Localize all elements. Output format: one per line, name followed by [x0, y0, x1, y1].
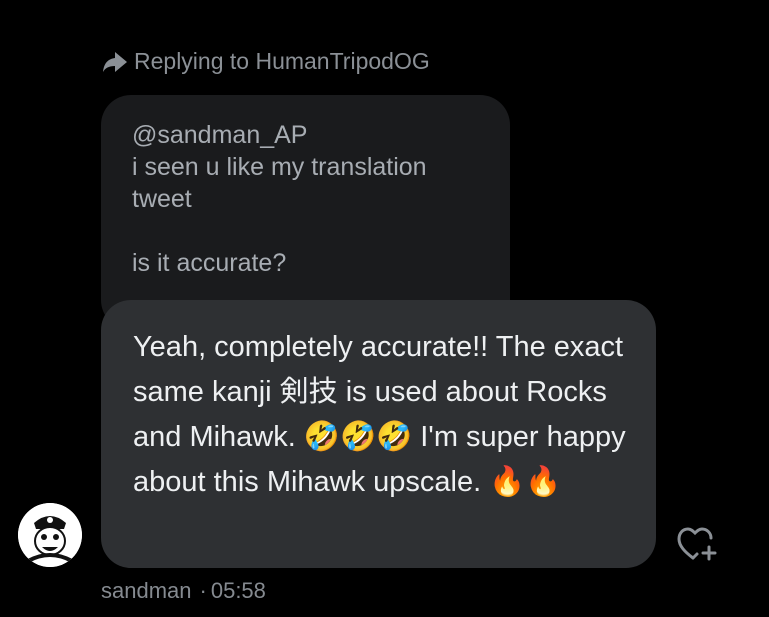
heart-plus-icon [676, 527, 718, 567]
message-text: Yeah, completely accurate!! The exact sa… [133, 331, 626, 498]
reply-context: Replying to HumanTripodOG [102, 48, 430, 75]
react-heart-button[interactable] [676, 525, 718, 563]
reply-context-label: Replying to HumanTripodOG [134, 48, 430, 74]
meta-separator: · [199, 578, 207, 603]
avatar[interactable] [18, 503, 82, 567]
quoted-message-text: @sandman_AP i seen u like my translation… [132, 121, 427, 277]
reply-arrow-icon [102, 51, 128, 73]
message-time: 05:58 [210, 578, 266, 603]
message-meta: sandman · 05:58 [101, 578, 266, 604]
sender-name: sandman [101, 578, 192, 603]
